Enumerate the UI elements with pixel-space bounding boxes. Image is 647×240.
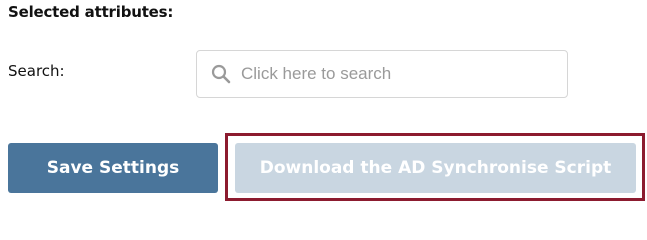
search-icon <box>211 64 231 84</box>
search-label: Search: <box>8 62 65 80</box>
search-field[interactable] <box>196 50 568 98</box>
download-ad-sync-script-button[interactable]: Download the AD Synchronise Script <box>235 143 636 193</box>
selected-attributes-heading: Selected attributes: <box>8 3 174 21</box>
save-settings-button[interactable]: Save Settings <box>8 143 218 193</box>
search-input[interactable] <box>241 64 541 84</box>
